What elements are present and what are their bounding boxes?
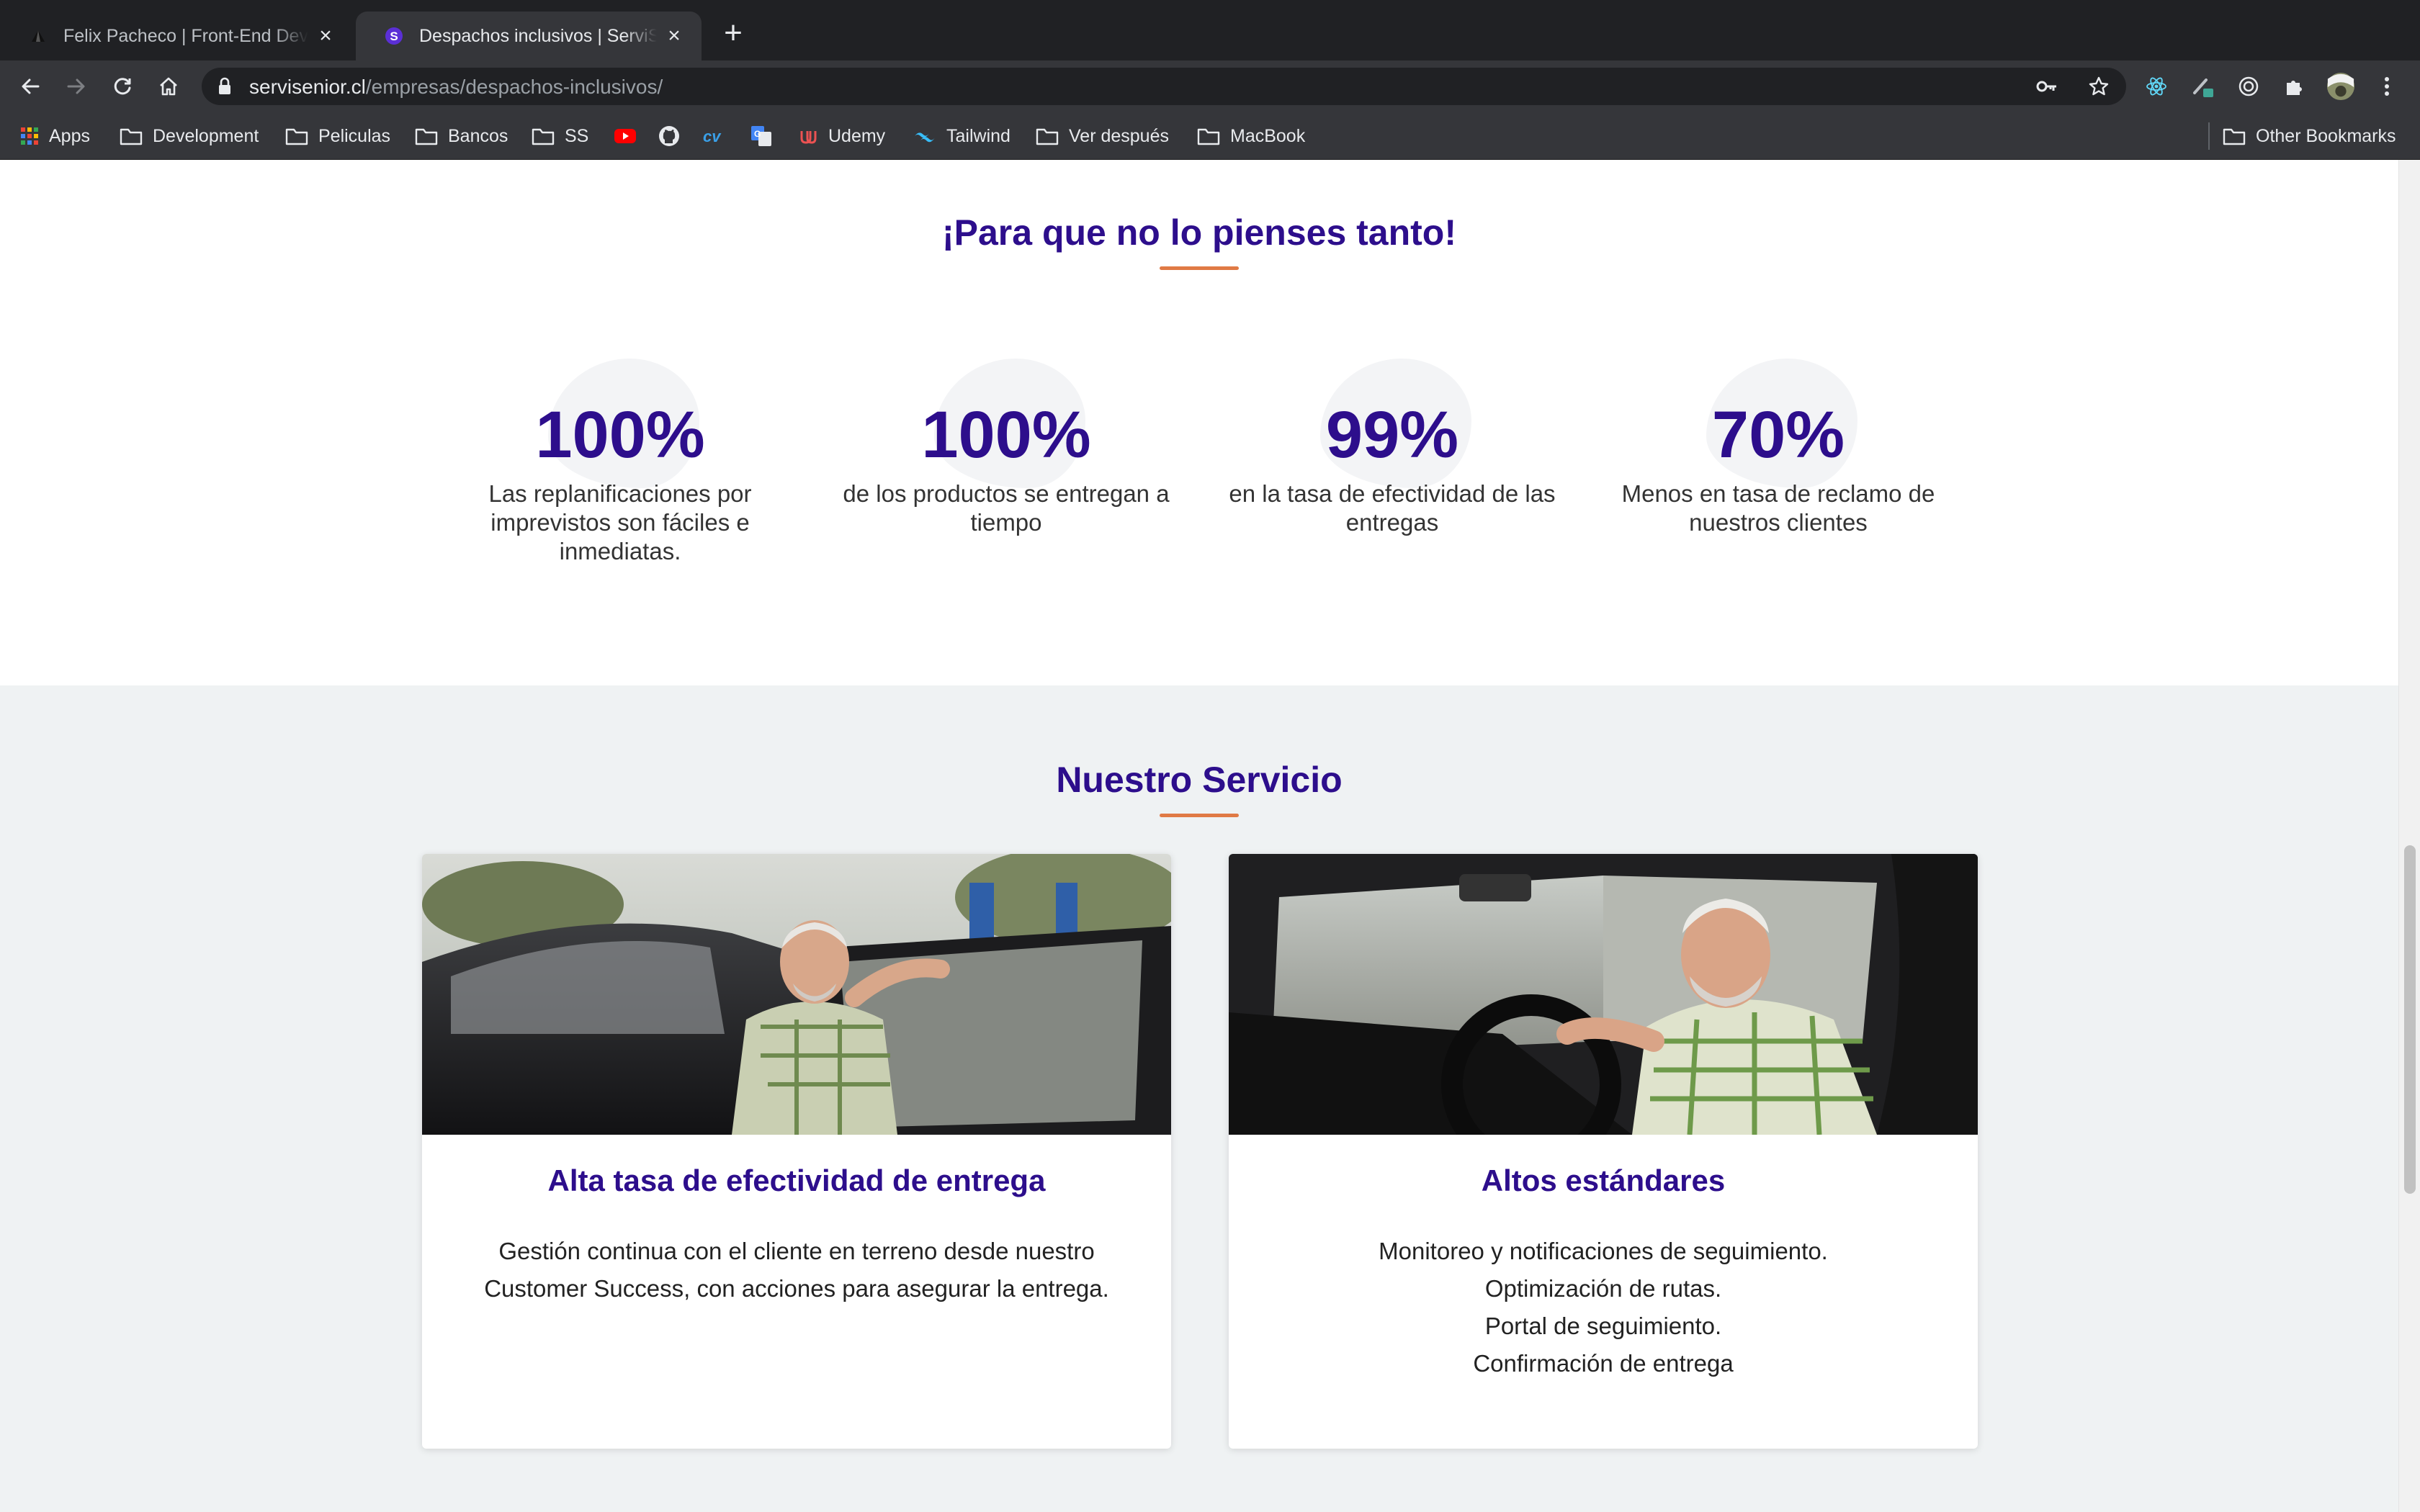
svg-text:cv: cv	[703, 127, 722, 145]
github-icon	[658, 125, 680, 147]
senior-man-driving-car-photo	[1229, 854, 1978, 1135]
bookmark-ver-despues[interactable]: Ver después	[1036, 125, 1169, 148]
bookmark-other-bookmarks[interactable]: Other Bookmarks	[2223, 125, 2396, 148]
close-icon[interactable]: ×	[315, 25, 336, 47]
folder-icon	[1197, 127, 1220, 145]
folder-icon	[285, 127, 308, 145]
folder-icon	[1036, 127, 1059, 145]
card-title: Alta tasa de efectividad de entrega	[547, 1164, 1046, 1197]
tab-strip: Felix Pacheco | Front-End Developer × S …	[0, 0, 2420, 60]
back-arrow-icon[interactable]	[14, 71, 46, 102]
bookmark-macbook[interactable]: MacBook	[1197, 125, 1305, 148]
home-icon[interactable]	[153, 71, 184, 102]
bookmarks-divider	[2208, 122, 2210, 150]
scrollbar-thumb[interactable]	[2404, 845, 2416, 1194]
card-title: Altos estándares	[1481, 1164, 1726, 1197]
avatar[interactable]	[2326, 72, 2355, 101]
bookmark-apps[interactable]: Apps	[20, 125, 90, 148]
svg-text:G: G	[754, 129, 761, 139]
reload-icon[interactable]	[107, 71, 138, 102]
stat-description: de los productos se entregan a tiempo	[843, 480, 1170, 536]
new-tab-plus-icon[interactable]: +	[717, 17, 749, 49]
folder-icon	[120, 127, 143, 145]
more-vertical-icon[interactable]	[2372, 72, 2401, 101]
tab-despachos-inclusivos[interactable]: S Despachos inclusivos | ServiSenior ×	[356, 12, 702, 60]
bookmark-translate[interactable]: G	[750, 125, 782, 148]
bookmark-github[interactable]	[658, 125, 690, 148]
bookmark-ss[interactable]: SS	[532, 125, 588, 148]
stat-value: 100%	[921, 398, 1091, 472]
stat-value: 100%	[535, 398, 705, 472]
senior-man-standing-by-car-photo	[422, 854, 1171, 1135]
url-text[interactable]: servisenior.cl/empresas/despachos-inclus…	[249, 76, 663, 99]
bookmark-label: MacBook	[1230, 125, 1306, 146]
bookmark-label: Udemy	[828, 125, 886, 146]
color-picker-extension-icon[interactable]	[2188, 72, 2217, 101]
card-body: Gestión continua con el cliente en terre…	[484, 1238, 1109, 1302]
udemy-icon	[798, 127, 818, 145]
page-scrollbar[interactable]	[2398, 160, 2420, 1512]
bookmark-label: Apps	[49, 125, 90, 146]
stat-description: Menos en tasa de reclamo de nuestros cli…	[1621, 480, 1935, 536]
stat-description: Las replanificaciones por imprevistos so…	[488, 480, 752, 564]
bookmark-udemy[interactable]: Udemy	[798, 125, 885, 148]
bookmark-bancos[interactable]: Bancos	[415, 125, 508, 148]
folder-icon	[532, 127, 555, 145]
react-devtools-icon[interactable]	[2142, 72, 2171, 101]
forward-arrow-icon[interactable]	[60, 71, 92, 102]
bookmark-youtube[interactable]	[614, 125, 647, 148]
stat-item: 100% Las replanificaciones por imprevist…	[436, 359, 804, 566]
puzzle-extensions-icon[interactable]	[2280, 72, 2309, 101]
bookmark-tailwind[interactable]: Tailwind	[913, 125, 1010, 148]
triangle-logo-icon	[29, 27, 48, 45]
stat-item: 70% Menos en tasa de reclamo de nuestros…	[1595, 359, 1962, 537]
bookmark-star-icon[interactable]	[2087, 75, 2110, 98]
service-card-effectiveness: Alta tasa de efectividad de entrega Gest…	[422, 854, 1171, 1449]
tab-title: Despachos inclusivos | ServiSenior	[419, 25, 657, 46]
stat-value: 99%	[1325, 398, 1459, 472]
tab-title: Felix Pacheco | Front-End Developer	[63, 25, 308, 46]
bookmark-label: Ver después	[1069, 125, 1169, 146]
stat-item: 99% en la tasa de efectividad de las ent…	[1209, 359, 1576, 537]
bookmark-label: Peliculas	[318, 125, 391, 146]
bookmarks-bar: Apps Development Peliculas Bancos SS cv …	[0, 112, 2420, 160]
servisenior-s-icon: S	[385, 27, 403, 45]
stat-value: 70%	[1711, 398, 1845, 472]
folder-icon	[2223, 127, 2246, 145]
browser-toolbar: servisenior.cl/empresas/despachos-inclus…	[0, 60, 2420, 112]
stat-description: en la tasa de efectividad de las entrega…	[1229, 480, 1556, 536]
svg-text:S: S	[390, 30, 398, 43]
folder-icon	[415, 127, 438, 145]
lock-icon[interactable]	[218, 77, 232, 99]
cv-icon: cv	[703, 127, 727, 145]
stats-section-title: ¡Para que no lo pienses tanto!	[942, 212, 1456, 253]
bookmark-label: SS	[565, 125, 589, 146]
key-icon[interactable]	[2035, 75, 2058, 98]
bookmark-label: Tailwind	[946, 125, 1010, 146]
apps-grid-icon	[20, 127, 39, 145]
close-icon[interactable]: ×	[664, 25, 684, 47]
bookmark-label: Other Bookmarks	[2256, 125, 2396, 146]
card-body: Monitoreo y notificaciones de seguimient…	[1379, 1238, 1828, 1377]
bookmark-cv[interactable]: cv	[703, 125, 738, 148]
web-page: ¡Para que no lo pienses tanto! 100% Las …	[0, 160, 2398, 1512]
title-underline	[1160, 814, 1239, 817]
bookmark-peliculas[interactable]: Peliculas	[285, 125, 390, 148]
service-card-standards: Altos estándares Monitoreo y notificacio…	[1229, 854, 1978, 1449]
tab-felix-pacheco[interactable]: Felix Pacheco | Front-End Developer ×	[0, 12, 353, 60]
target-extension-icon[interactable]	[2234, 72, 2263, 101]
bookmark-label: Bancos	[448, 125, 508, 146]
service-section: Nuestro Servicio	[0, 685, 2398, 1512]
translate-icon: G	[750, 125, 772, 147]
address-bar[interactable]: servisenior.cl/empresas/despachos-inclus…	[202, 68, 2126, 105]
bookmark-development[interactable]: Development	[120, 125, 259, 148]
title-underline	[1160, 266, 1239, 270]
youtube-icon	[614, 127, 637, 145]
bookmark-label: Development	[153, 125, 259, 146]
tailwind-icon	[913, 129, 936, 143]
stat-item: 100% de los productos se entregan a tiem…	[823, 359, 1190, 537]
service-section-title: Nuestro Servicio	[1056, 760, 1343, 800]
